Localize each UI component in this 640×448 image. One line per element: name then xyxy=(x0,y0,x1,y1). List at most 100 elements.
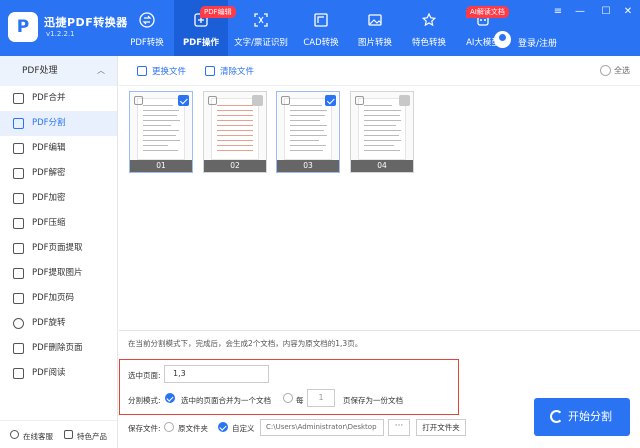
custom-folder-radio[interactable] xyxy=(218,422,228,432)
login-link[interactable]: 登录/注册 xyxy=(518,36,557,49)
close-icon[interactable]: ✕ xyxy=(622,6,634,17)
source-folder-label: 原文件夹 xyxy=(178,424,208,433)
page-checkbox[interactable] xyxy=(399,95,410,106)
refresh-icon xyxy=(550,410,563,423)
sidebar-item-delete-pages[interactable]: PDF删除页面 xyxy=(0,336,117,361)
sidebar-item-decrypt[interactable]: PDF解密 xyxy=(0,161,117,186)
per-pages-radio[interactable] xyxy=(283,393,293,403)
per-pages-suffix: 页保存为一份文档 xyxy=(343,396,403,405)
gift-icon xyxy=(64,430,73,439)
nav-special[interactable]: 特色转换 xyxy=(402,0,456,56)
page-number: 04 xyxy=(351,160,413,172)
minimize-icon[interactable]: — xyxy=(574,6,586,17)
sidebar-item-label: PDF解密 xyxy=(32,168,66,178)
zoom-icon[interactable] xyxy=(281,96,290,105)
menu-icon[interactable]: ≡ xyxy=(552,6,564,17)
read-icon xyxy=(13,368,24,379)
user-avatar[interactable] xyxy=(494,31,511,48)
page-preview xyxy=(211,98,259,160)
sidebar-item-page-numbers[interactable]: PDF加页码 xyxy=(0,286,117,311)
start-split-button[interactable]: 开始分割 xyxy=(534,398,630,436)
merge-selected-radio[interactable] xyxy=(165,393,175,403)
sidebar-item-label: PDF阅读 xyxy=(32,368,66,378)
sidebar-item-label: PDF编辑 xyxy=(32,143,66,153)
page-thumbnail[interactable]: 03 xyxy=(276,91,340,173)
sidebar-item-extract-images[interactable]: PDF提取图片 xyxy=(0,261,117,286)
clear-file-label: 清除文件 xyxy=(220,67,255,77)
nav-label: 文字/票证识别 xyxy=(234,38,288,48)
app-version: v1.2.2.1 xyxy=(46,30,75,38)
sidebar-footer: 在线客服 特色产品 xyxy=(0,420,117,448)
sidebar-item-extract-pages[interactable]: PDF页面提取 xyxy=(0,236,117,261)
sidebar-item-split[interactable]: PDF分割 xyxy=(0,111,117,136)
page-thumbnail[interactable]: 04 xyxy=(350,91,414,173)
page-checkbox[interactable] xyxy=(325,95,336,106)
nav-cad[interactable]: CAD转换 xyxy=(294,0,348,56)
sidebar-header[interactable]: PDF处理 ︿ xyxy=(0,56,117,86)
unlock-icon xyxy=(13,168,24,179)
nav-label: PDF转换 xyxy=(130,38,164,48)
sidebar-item-compress[interactable]: PDF压缩 xyxy=(0,211,117,236)
sidebar-item-label: PDF加页码 xyxy=(32,293,75,303)
page-number: 02 xyxy=(204,160,266,172)
nav-label: CAD转换 xyxy=(303,38,339,48)
chevron-up-icon: ︿ xyxy=(97,66,105,75)
browse-button[interactable]: ··· xyxy=(388,419,410,436)
file-toolbar: 更换文件 清除文件 全选 xyxy=(119,56,640,86)
maximize-icon[interactable]: ☐ xyxy=(600,6,612,17)
pages-per-doc-input[interactable]: 1 xyxy=(307,389,335,407)
sidebar-item-label: PDF合并 xyxy=(32,93,66,103)
featured-products-link[interactable]: 特色产品 xyxy=(77,431,107,442)
nav-label: 图片转换 xyxy=(357,38,392,48)
page-checkbox[interactable] xyxy=(178,95,189,106)
trash-icon xyxy=(205,66,215,76)
source-folder-radio[interactable] xyxy=(164,422,174,432)
convert-icon xyxy=(139,12,155,28)
select-all-label: 全选 xyxy=(614,66,630,75)
special-icon xyxy=(421,12,437,27)
open-folder-button[interactable]: 打开文件夹 xyxy=(416,419,466,436)
headset-icon xyxy=(10,430,19,439)
page-thumbnail[interactable]: 01 xyxy=(129,91,193,173)
merge-selected-label: 选中的页面合并为一个文档 xyxy=(181,396,271,405)
page-checkbox[interactable] xyxy=(252,95,263,106)
image-icon xyxy=(368,14,382,26)
merge-icon xyxy=(13,93,24,104)
sidebar-item-rotate[interactable]: PDF旋转 xyxy=(0,311,117,336)
page-preview xyxy=(358,98,406,160)
selected-pages-input[interactable]: 1,3 xyxy=(164,365,269,383)
online-service-link[interactable]: 在线客服 xyxy=(23,431,53,442)
sidebar-item-encrypt[interactable]: PDF加密 xyxy=(0,186,117,211)
nav-ocr[interactable]: 文字/票证识别 xyxy=(228,0,294,56)
nav-pdf-convert[interactable]: PDF转换 xyxy=(120,0,174,56)
start-split-label: 开始分割 xyxy=(568,410,612,423)
clear-file-button[interactable]: 清除文件 xyxy=(205,65,254,77)
selected-pages-label: 选中页面: xyxy=(128,371,161,380)
sidebar-item-label: PDF提取图片 xyxy=(32,268,83,278)
top-bar: P 迅捷PDF转换器 v1.2.2.1 PDF转换 PDF操作 文字/票证识别 … xyxy=(0,0,640,56)
zoom-icon[interactable] xyxy=(134,96,143,105)
per-pages-prefix: 每 xyxy=(296,396,304,405)
replace-file-button[interactable]: 更换文件 xyxy=(137,65,186,77)
compress-icon xyxy=(13,218,24,229)
panel-divider xyxy=(119,330,640,331)
rotate-icon xyxy=(13,318,24,329)
zoom-icon[interactable] xyxy=(355,96,364,105)
delete-page-icon xyxy=(13,343,24,354)
split-mode-label: 分割模式: xyxy=(128,396,161,405)
select-all-toggle[interactable]: 全选 xyxy=(600,65,630,76)
page-number: 03 xyxy=(277,160,339,172)
nav-image[interactable]: 图片转换 xyxy=(348,0,402,56)
edit-icon xyxy=(13,143,24,154)
sidebar-item-edit[interactable]: PDF编辑 xyxy=(0,136,117,161)
page-number-icon xyxy=(13,293,24,304)
sidebar-item-merge[interactable]: PDF合并 xyxy=(0,86,117,111)
shield-icon xyxy=(13,193,24,204)
save-path-input[interactable]: C:\Users\Administrator\Desktop xyxy=(260,419,384,436)
zoom-icon[interactable] xyxy=(208,96,217,105)
nav-label: 特色转换 xyxy=(411,38,446,48)
page-number: 01 xyxy=(130,160,192,172)
sidebar-item-label: PDF加密 xyxy=(32,193,66,203)
page-thumbnail[interactable]: 02 xyxy=(203,91,267,173)
sidebar-item-read[interactable]: PDF阅读 xyxy=(0,361,117,386)
